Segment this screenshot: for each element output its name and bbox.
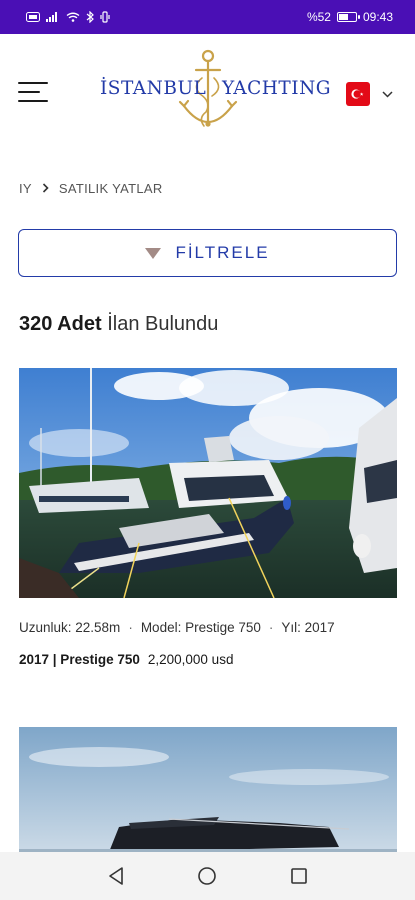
clock: 09:43	[362, 10, 393, 24]
chevron-down-icon	[382, 85, 393, 103]
status-bar: %52 09:43	[0, 0, 415, 34]
language-selector[interactable]	[346, 82, 393, 106]
filter-button-label: FİLTRELE	[175, 243, 270, 262]
result-count-number: 320 Adet	[19, 313, 102, 335]
breadcrumb: IY SATILIK YATLAR	[19, 181, 163, 196]
logo-text-yachting: YACHTING	[222, 78, 332, 99]
yacht-photo	[19, 727, 397, 867]
status-left	[26, 11, 110, 23]
result-count: 320 Adet İlan Bulundu	[19, 313, 218, 336]
battery-fill	[338, 14, 349, 20]
listing-image[interactable]	[19, 368, 397, 598]
hamburger-menu-icon[interactable]	[18, 80, 48, 104]
vibrate-icon	[100, 11, 110, 23]
separator-dot: ·	[128, 620, 133, 635]
turkey-flag-icon	[346, 82, 370, 106]
sim-icon	[26, 12, 40, 22]
logo-text-istanbul: İSTANBUL	[100, 78, 207, 99]
battery-percent: %52	[306, 10, 331, 24]
breadcrumb-home-link[interactable]: IY	[19, 181, 32, 196]
yacht-photo	[19, 368, 397, 598]
status-right: %52 09:43	[307, 10, 393, 24]
listing-price: 2,200,000 usd	[147, 652, 234, 667]
listing-specs: Uzunluk: 22.58m · Model: Prestige 750 · …	[19, 620, 335, 635]
listing-title: 2017 | Prestige 750	[19, 652, 140, 667]
back-icon[interactable]	[101, 861, 131, 891]
separator-dot: ·	[268, 620, 274, 635]
breadcrumb-current: SATILIK YATLAR	[58, 181, 163, 196]
chevron-right-icon	[42, 182, 49, 196]
bluetooth-icon	[86, 11, 94, 23]
recents-icon[interactable]	[284, 861, 314, 891]
site-header: İSTANBUL YACHTING	[0, 34, 415, 150]
wifi-icon	[66, 12, 80, 22]
system-navigation-bar	[0, 852, 415, 900]
battery-icon	[336, 12, 360, 22]
listing-length: Uzunluk: 22.58m	[19, 620, 121, 635]
result-count-suffix: İlan Bulundu	[107, 313, 219, 335]
listing-model: Model: Prestige 750	[140, 620, 261, 635]
listing-year: Yıl: 2017	[281, 620, 335, 635]
home-icon[interactable]	[192, 861, 222, 891]
signal-icon	[46, 12, 60, 22]
filter-funnel-icon	[145, 247, 162, 259]
listing-title-row[interactable]: 2017 | Prestige 750 2,200,000 usd	[19, 652, 233, 667]
filter-button[interactable]: FİLTRELE	[18, 229, 397, 277]
listing-image[interactable]	[19, 727, 397, 867]
istanbul-yachting-logo[interactable]: İSTANBUL YACHTING	[96, 48, 331, 138]
